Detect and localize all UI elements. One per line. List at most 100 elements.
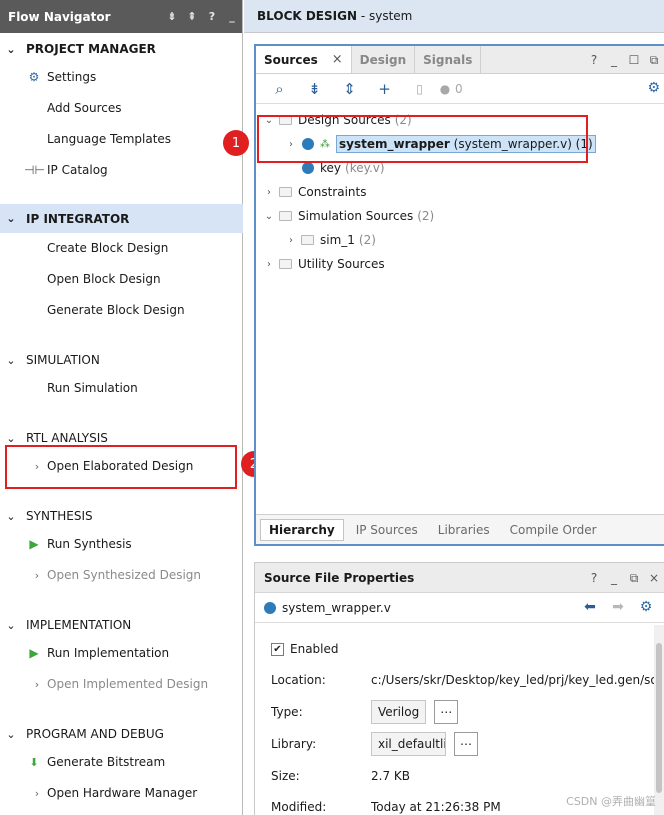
block-design-label: BLOCK DESIGN [257,9,358,23]
bitstream-icon: ⬇ [29,755,39,769]
nav-item-run-implementation[interactable]: ▶ Run Implementation [0,641,243,665]
nav-item-label: Open Block Design [47,272,161,286]
library-select[interactable]: xil_defaultlib [371,732,446,756]
more-options-button[interactable]: ⋯ [454,732,478,756]
expand-all-icon[interactable]: ⇞ [182,10,202,23]
tree-node-simulation-sources[interactable]: ⌄ Simulation Sources (2) [262,206,434,226]
help-icon[interactable]: ? [584,571,604,585]
location-label: Location: [271,673,326,687]
unknown-file-icon[interactable]: ▯ [402,82,437,96]
nav-item-open-implemented-design[interactable]: › Open Implemented Design [0,672,243,696]
chevron-down-icon: ⌄ [6,353,16,367]
tree-node-label: Simulation Sources [298,209,414,223]
properties-nav: ⬅ ➡ ⚙ [576,599,660,615]
section-ip-integrator[interactable]: ⌄ IP INTEGRATOR [0,204,243,233]
nav-item-language-templates[interactable]: Language Templates [0,127,243,151]
tab-sources[interactable]: Sources × [256,46,352,73]
nav-item-settings[interactable]: ⚙ Settings [0,65,243,89]
nav-item-open-hardware-manager[interactable]: › Open Hardware Manager [0,781,243,805]
nav-item-label: Language Templates [47,132,172,146]
tree-node-count: (2) [358,233,376,247]
close-icon[interactable]: × [332,52,343,67]
section-synthesis[interactable]: ⌄ SYNTHESIS [0,504,243,528]
panel-controls: ? _ ☐ ⧉ [584,46,664,74]
verilog-source-icon [302,162,314,174]
section-label: SYNTHESIS [26,509,93,523]
more-options-button[interactable]: ⋯ [434,700,459,724]
tab-ip-sources[interactable]: IP Sources [348,520,426,540]
float-icon[interactable]: ⧉ [644,53,664,68]
block-design-header: BLOCK DESIGN - system [244,0,664,33]
nav-item-label: Run Synthesis [47,537,132,551]
help-icon[interactable]: ? [584,53,604,67]
back-arrow-icon[interactable]: ⬅ [576,599,604,615]
properties-title: Source File Properties [264,570,415,585]
collapse-all-icon[interactable]: ⇟ [297,80,332,98]
section-implementation[interactable]: ⌄ IMPLEMENTATION [0,613,243,637]
maximize-icon[interactable]: ☐ [624,53,644,67]
nav-item-create-block-design[interactable]: Create Block Design [0,236,243,260]
nav-item-open-synthesized-design[interactable]: › Open Synthesized Design [0,563,243,587]
chevron-down-icon: ⌄ [6,618,16,632]
properties-file-name: system_wrapper.v [282,600,391,615]
nav-item-generate-bitstream[interactable]: ⬇ Generate Bitstream [0,750,243,774]
help-icon[interactable]: ? [202,10,222,23]
minimize-icon[interactable]: _ [604,53,624,67]
chevron-right-icon: › [289,234,293,246]
nav-item-generate-block-design[interactable]: Generate Block Design [0,298,243,322]
chevron-right-icon: › [267,258,271,270]
gear-icon[interactable]: ⚙ [647,80,660,96]
add-icon[interactable]: + [367,80,402,98]
forward-arrow-icon[interactable]: ➡ [604,599,632,615]
tab-compile-order[interactable]: Compile Order [502,520,605,540]
nav-item-label: Create Block Design [47,241,169,255]
minimize-icon[interactable]: _ [604,571,624,585]
type-select[interactable]: Verilog [371,700,427,724]
expand-all-icon[interactable]: ⇕ [332,80,367,98]
nav-item-label: Run Implementation [47,646,170,660]
search-icon[interactable]: ⌕ [262,80,297,98]
close-icon[interactable]: × [644,571,664,585]
nav-item-run-simulation[interactable]: Run Simulation [0,376,243,400]
section-simulation[interactable]: ⌄ SIMULATION [0,348,243,372]
nav-item-label: IP Catalog [47,163,108,177]
nav-item-ip-catalog[interactable]: ⊣⊢ IP Catalog [0,158,243,182]
enabled-row[interactable]: ✔ Enabled [271,637,339,661]
tab-libraries[interactable]: Libraries [430,520,498,540]
chevron-down-icon: ⌄ [264,210,274,222]
verilog-source-icon [264,601,276,614]
nav-item-add-sources[interactable]: Add Sources [0,96,243,120]
section-project-manager[interactable]: ⌄ PROJECT MANAGER [0,37,243,61]
tree-node-utility-sources[interactable]: › Utility Sources [262,254,385,274]
tree-node-label: Utility Sources [298,257,385,271]
properties-scrollbar[interactable] [654,625,664,815]
tab-hierarchy[interactable]: Hierarchy [260,518,344,541]
properties-header: Source File Properties ? _ ⧉ × [255,563,664,593]
block-design-name: system [368,9,413,23]
collapse-all-icon[interactable]: ⇟ [162,10,182,23]
tree-node-constraints[interactable]: › Constraints [262,182,366,202]
nav-item-label: Settings [47,70,97,84]
tree-node-label: key [320,161,342,175]
annotation-box-2 [5,445,237,489]
section-program-and-debug[interactable]: ⌄ PROGRAM AND DEBUG [0,722,243,746]
gear-icon[interactable]: ⚙ [632,599,660,615]
nav-item-run-synthesis[interactable]: ▶ Run Synthesis [0,532,243,556]
modified-label: Modified: [271,800,327,814]
tab-signals[interactable]: Signals [415,46,482,73]
nav-item-open-block-design[interactable]: Open Block Design [0,267,243,291]
tab-design[interactable]: Design [352,46,416,73]
enabled-label: Enabled [290,642,339,656]
source-file-properties-panel: Source File Properties ? _ ⧉ × system_wr… [254,562,664,815]
scrollbar-thumb[interactable] [656,643,662,793]
chevron-down-icon: ⌄ [6,509,16,523]
tree-node-label: Constraints [298,185,367,199]
chevron-down-icon: ⌄ [6,42,16,56]
type-label: Type: [271,705,303,719]
enabled-checkbox[interactable]: ✔ [271,642,284,656]
float-icon[interactable]: ⧉ [624,571,644,586]
tree-node-sim-1[interactable]: › sim_1 (2) [284,230,376,250]
size-value: 2.7 KB [371,769,410,783]
play-icon: ▶ [29,646,39,660]
minimize-icon[interactable]: _ [222,10,242,23]
